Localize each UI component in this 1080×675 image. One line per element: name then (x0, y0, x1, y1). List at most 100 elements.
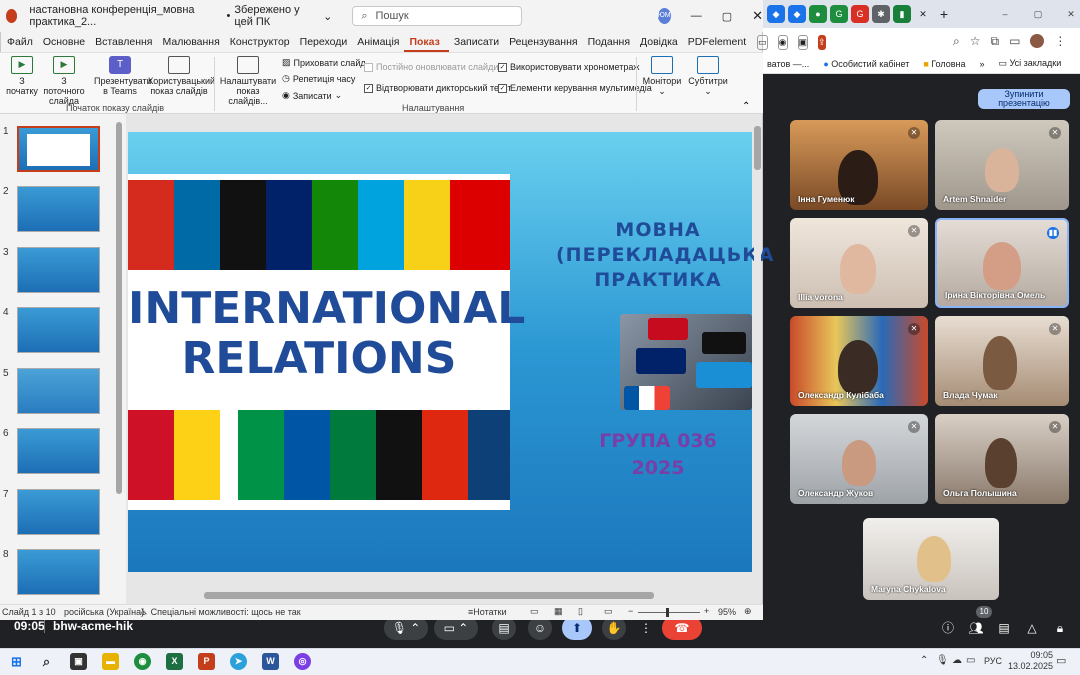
share-button[interactable]: ⇪ (818, 34, 826, 50)
onedrive-icon[interactable]: ☁ (952, 655, 962, 666)
from-start-button[interactable]: ▶ З початку (4, 56, 40, 96)
tab-transitions[interactable]: Переходи (295, 32, 353, 52)
avatar[interactable]: ЮМ (657, 8, 671, 24)
hide-slide-button[interactable]: ▨ Приховати слайд (282, 57, 366, 68)
file-explorer-icon[interactable]: ▬ (102, 653, 119, 670)
slide-thumbnail[interactable] (17, 307, 100, 353)
mic-tray-icon[interactable]: 🎙︎ (936, 655, 949, 666)
bookmark-item[interactable]: ● Особистий кабінет (823, 59, 909, 69)
participant-tile[interactable]: Maryna Chykalova (863, 518, 999, 600)
bookmark-all[interactable]: ▭ Усі закладки (999, 58, 1062, 69)
comments-icon[interactable]: ▭ (757, 34, 768, 50)
slide-thumbnail[interactable] (17, 549, 100, 595)
avatar[interactable] (1030, 34, 1045, 48)
telegram-icon[interactable]: ➤ (230, 653, 247, 670)
vertical-scrollbar[interactable] (754, 124, 761, 594)
bookmark-item[interactable]: ватов —... (767, 59, 809, 69)
slide-sorter-icon[interactable]: ▦ (554, 606, 563, 617)
tab-file[interactable]: Файл (2, 32, 38, 52)
task-view-icon[interactable]: ▣ (70, 653, 87, 670)
tab-icon[interactable]: G (830, 5, 848, 23)
narration-checkbox[interactable]: ✓ Відтворювати дикторський текст (364, 83, 512, 93)
participant-tile[interactable]: ✕ Artem Shnaider (935, 120, 1069, 210)
search-box[interactable]: ⌕ Пошук (352, 6, 522, 26)
media-controls-checkbox[interactable]: ✓ Елементи керування мультимедіа (498, 83, 652, 93)
menu-icon[interactable]: ⋮ (1054, 34, 1066, 48)
tray-chevron-icon[interactable]: ⌃ (920, 655, 928, 666)
zoom-out-icon[interactable]: − (628, 606, 633, 616)
from-current-button[interactable]: ▶ З поточного слайда (40, 56, 88, 106)
windows-start-icon[interactable]: ⊞ (8, 653, 25, 670)
tab-design[interactable]: Конструктор (225, 32, 295, 52)
tab-icon[interactable]: ◆ (767, 5, 785, 23)
slide-thumbnail[interactable] (17, 368, 100, 414)
close-icon[interactable]: ✕ (752, 8, 763, 24)
tab-pdfelement[interactable]: PDFelement (683, 32, 751, 52)
participant-tile[interactable]: ✕ Олександр Жуков (790, 414, 928, 504)
setup-show-button[interactable]: Налаштувати показ слайдів... (218, 56, 278, 106)
participant-tile[interactable]: ✕ Ольга Полышина (935, 414, 1069, 504)
close-window-icon[interactable]: ✕ (1062, 5, 1080, 23)
bookmark-item[interactable]: ■ Головна (923, 59, 965, 69)
tab-animations[interactable]: Анімація (352, 32, 404, 52)
slide-thumbnail[interactable] (17, 186, 100, 232)
minimize-icon[interactable]: — (691, 10, 702, 22)
timings-checkbox[interactable]: ✓ Використовувати хронометраж (498, 62, 639, 72)
tab-review[interactable]: Рецензування (504, 32, 582, 52)
tab-home[interactable]: Основне (38, 32, 90, 52)
word-icon[interactable]: W (262, 653, 279, 670)
reading-view-icon[interactable]: ▯ (578, 606, 583, 617)
monitors-button[interactable]: Монітори ⌄ (642, 56, 682, 96)
always-update-checkbox[interactable]: Постійно оновлювати слайди (364, 62, 498, 72)
stop-presenting-button[interactable]: Зупинити презентацію (978, 89, 1070, 109)
tab-record[interactable]: Записати (449, 32, 504, 52)
restore-icon[interactable]: ▢ (1029, 5, 1047, 23)
chevron-right-icon[interactable]: » (979, 59, 984, 69)
tab-help[interactable]: Довідка (635, 32, 683, 52)
normal-view-icon[interactable]: ▭ (530, 606, 539, 617)
search-icon[interactable]: ⌕ (38, 653, 55, 670)
tab-icon[interactable]: ▮ (893, 5, 911, 23)
tab-icon[interactable]: G (851, 5, 869, 23)
notifications-icon[interactable]: ▭ (1056, 654, 1066, 667)
powerpoint-icon[interactable]: P (198, 653, 215, 670)
close-icon[interactable]: ✕ (914, 5, 932, 23)
horizontal-scrollbar[interactable] (130, 592, 750, 599)
participant-tile[interactable]: ✕ Влада Чумак (935, 316, 1069, 406)
new-tab-button[interactable]: + (935, 5, 953, 23)
present-icon[interactable]: ▣ (797, 34, 809, 50)
zoom-slider[interactable] (638, 608, 700, 617)
chevron-down-icon[interactable]: ⌄ (323, 10, 332, 23)
accessibility-status[interactable]: ♿︎ Спеціальні можливості: щось не так (140, 607, 301, 618)
slide-thumbnail[interactable] (17, 489, 100, 535)
present-teams-button[interactable]: T Презентувати в Teams (94, 56, 152, 96)
maximize-icon[interactable]: ▢ (722, 10, 732, 23)
info-icon[interactable]: ⓘ (938, 616, 958, 640)
rehearse-button[interactable]: ◷ Репетиція часу (282, 73, 355, 84)
fit-slide-icon[interactable]: ⊕ (744, 606, 752, 617)
app-icon[interactable]: ◎ (294, 653, 311, 670)
language-indicator[interactable]: російська (Україна) (64, 607, 144, 617)
notes-button[interactable]: ≡Нотатки (468, 607, 507, 617)
subtitles-button[interactable]: Субтитри ⌄ (688, 56, 728, 96)
record-icon[interactable]: ◉ (777, 34, 788, 50)
minimize-icon[interactable]: – (996, 5, 1014, 23)
people-icon[interactable]: 👥︎ (966, 616, 986, 640)
slide-thumbnail-selected[interactable] (17, 126, 100, 172)
sidepanel-icon[interactable]: ▭ (1009, 34, 1020, 48)
tab-draw[interactable]: Малювання (157, 32, 224, 52)
custom-show-button[interactable]: Користувацький показ слайдів (148, 56, 215, 96)
tab-slideshow[interactable]: Показ слайді (404, 32, 449, 68)
chat-icon[interactable]: ▤ (994, 616, 1014, 640)
save-status[interactable]: Збережено у цей ПК (234, 4, 319, 28)
zoom-in-icon[interactable]: + (704, 606, 709, 616)
activities-icon[interactable]: △ (1022, 616, 1042, 640)
zoom-level[interactable]: 95% (718, 607, 736, 617)
extensions-icon[interactable]: ⧉ (991, 34, 1000, 49)
tab-icon[interactable]: ● (809, 5, 827, 23)
tray-clock[interactable]: 09:05 13.02.2025 (1008, 650, 1053, 672)
slideshow-view-icon[interactable]: ▭ (604, 606, 613, 617)
tab-icon[interactable]: ◆ (788, 5, 806, 23)
participant-tile[interactable]: ✕ Illia vorona (790, 218, 928, 308)
slide-thumbnail[interactable] (17, 428, 100, 474)
